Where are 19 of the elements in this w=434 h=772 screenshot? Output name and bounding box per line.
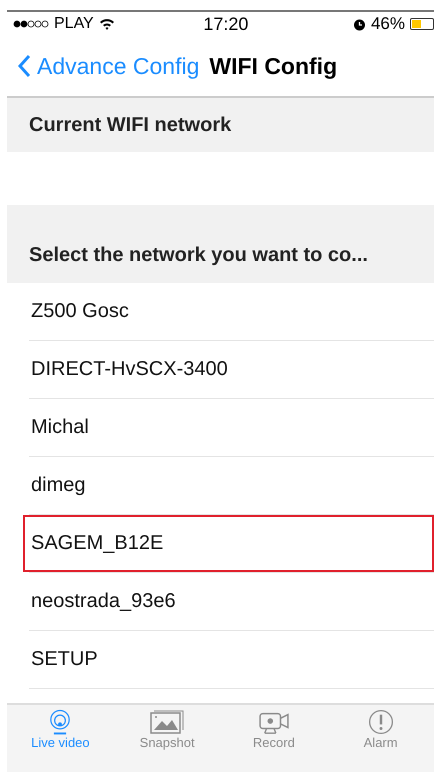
network-item[interactable]: SAGEM_B12E (23, 515, 434, 572)
chevron-left-icon (17, 54, 31, 78)
wifi-icon (98, 18, 115, 30)
alarm-clock-icon (352, 18, 366, 30)
battery-percent: 46% (370, 14, 405, 34)
signal-icon (13, 20, 49, 28)
image-icon (150, 709, 184, 735)
network-item[interactable]: Z500 Gosc (23, 283, 434, 340)
network-item[interactable]: dimeg (23, 457, 434, 514)
section-header: Select the network you want to co... (7, 205, 434, 283)
carrier-name: PLAY (54, 15, 94, 33)
network-item[interactable]: Michal (23, 399, 434, 456)
screen-title: WIFI Config (209, 52, 338, 80)
section-header: Current WIFI network (7, 98, 434, 152)
status-time: 17:20 (203, 14, 248, 34)
network-item[interactable]: neostrada_93e6 (23, 573, 434, 630)
network-item[interactable]: SETUP (23, 631, 434, 688)
battery-icon (410, 18, 434, 30)
network-item[interactable]: DIRECT-HvSCX-3400 (23, 341, 434, 398)
